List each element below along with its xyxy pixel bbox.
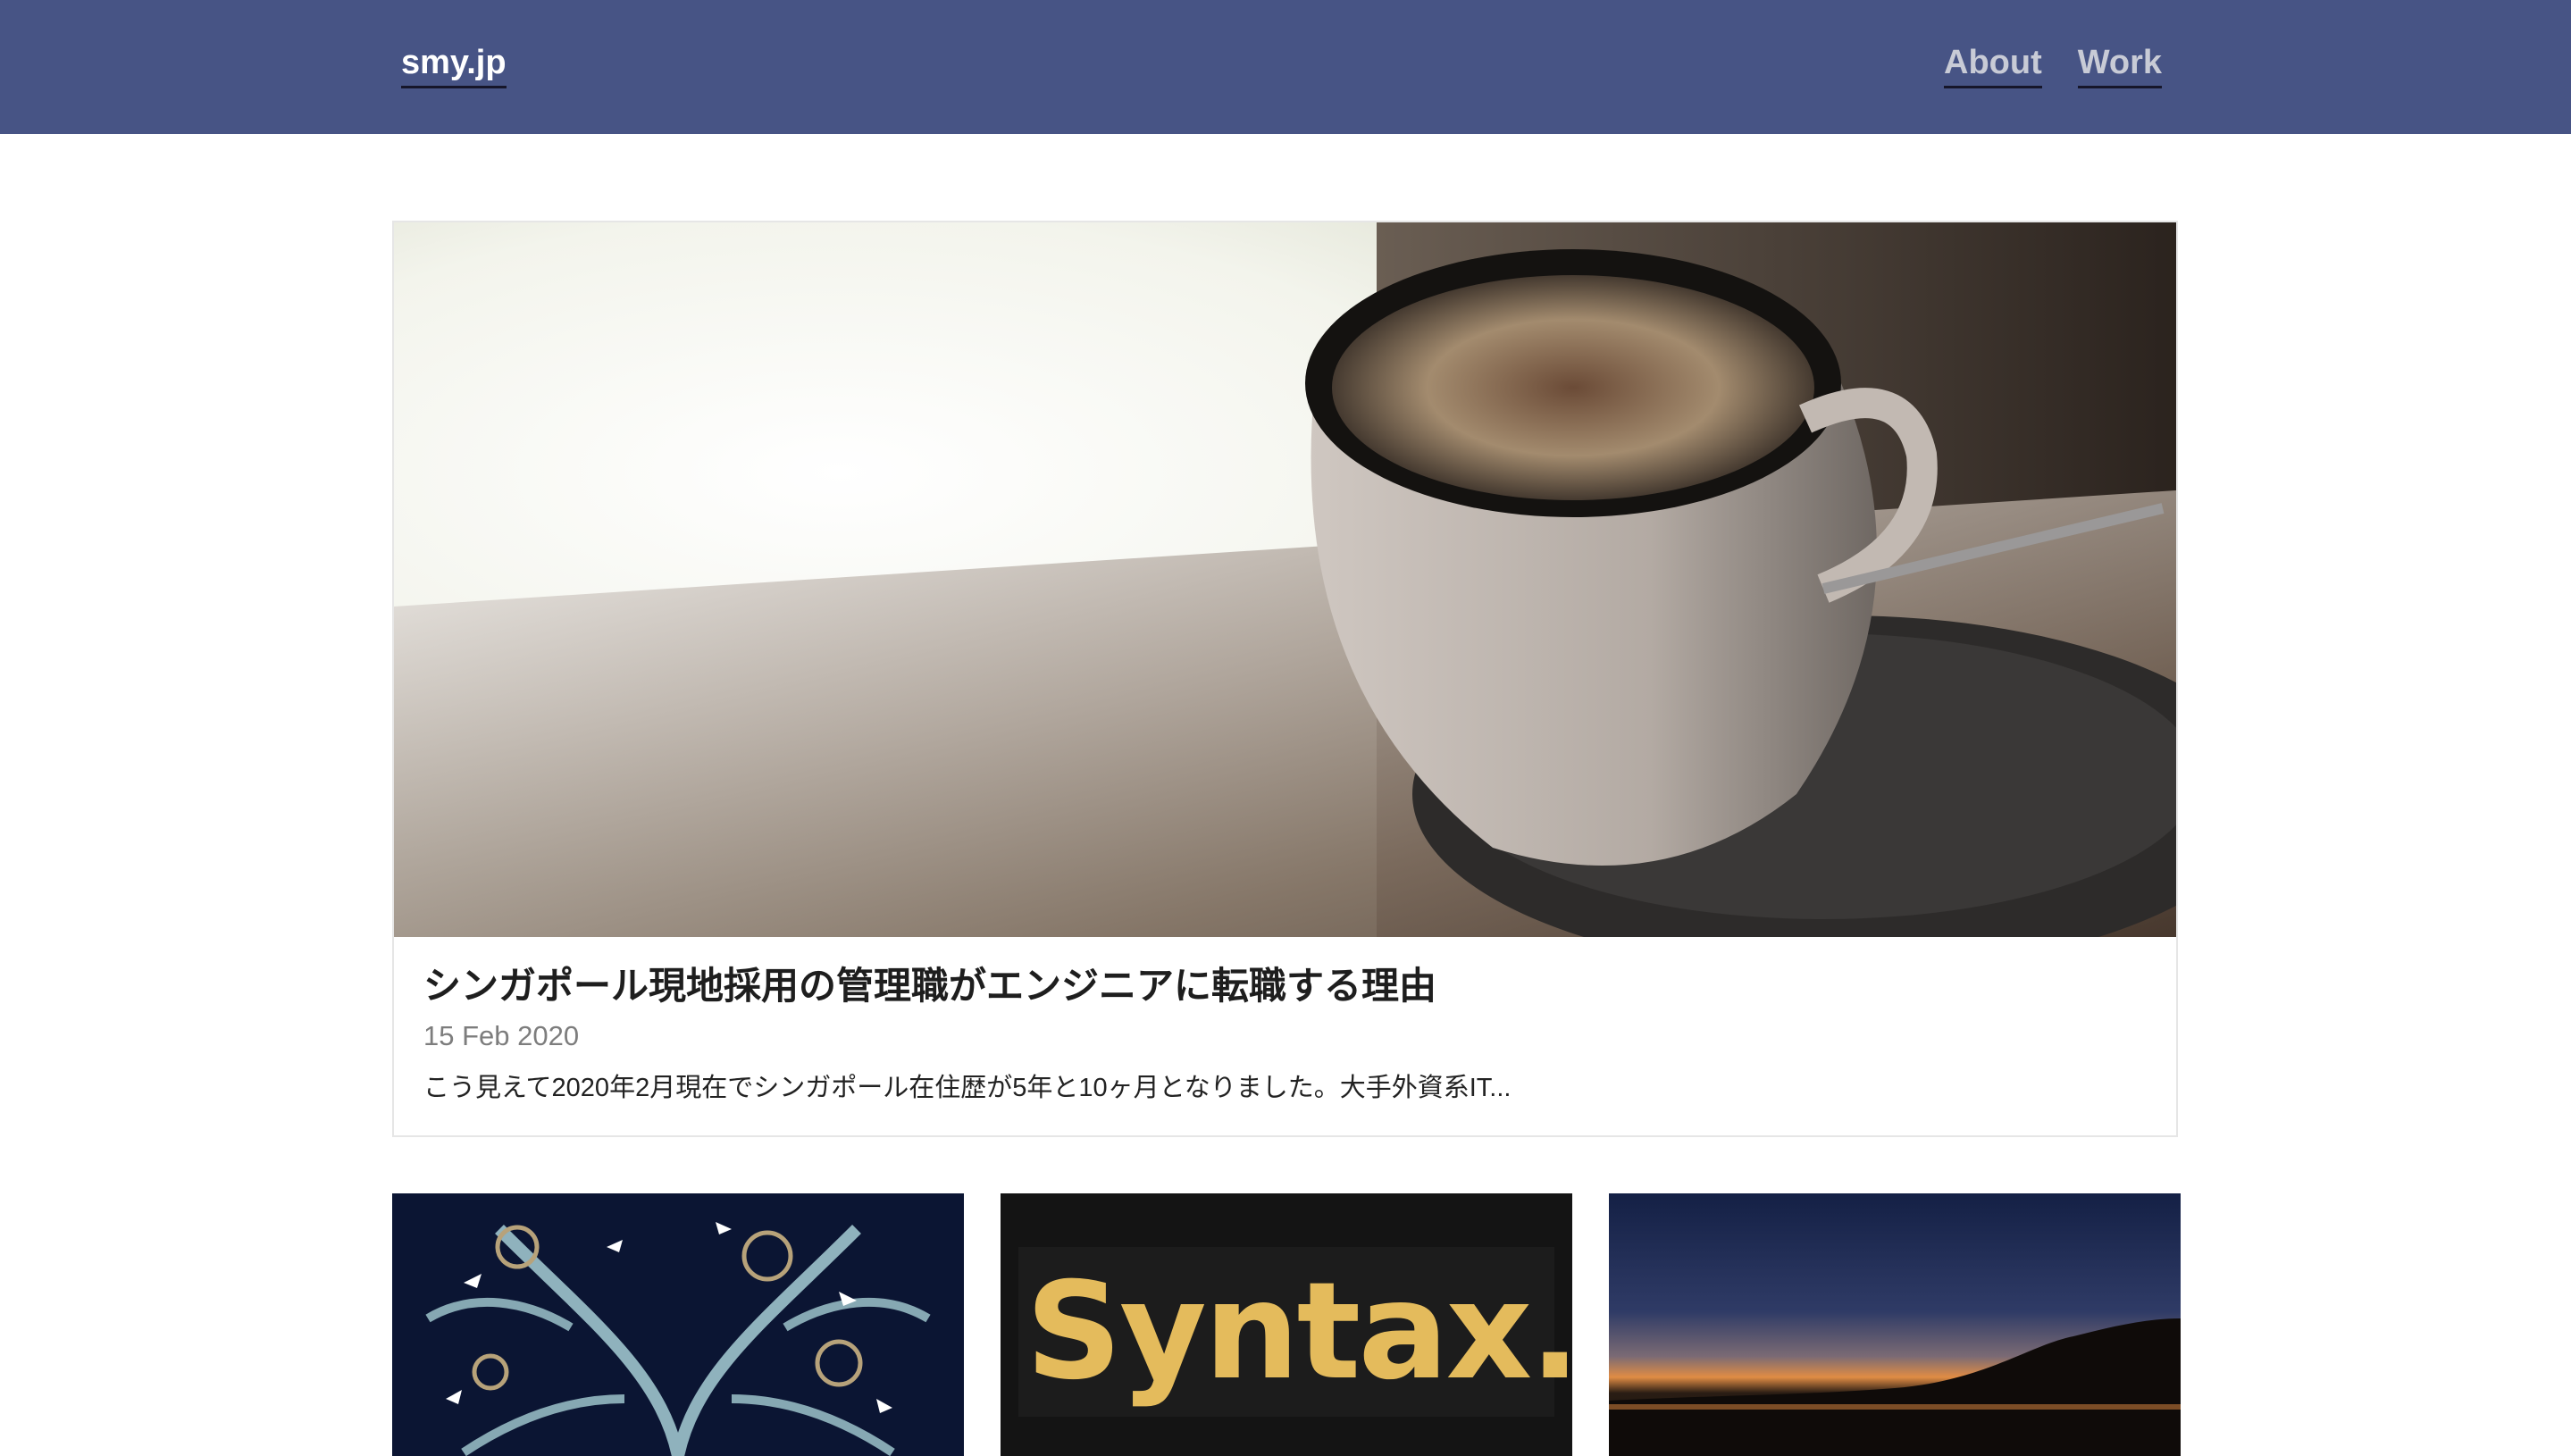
featured-post-card[interactable]: シンガポール現地採用の管理職がエンジニアに転職する理由 15 Feb 2020 … [392,221,2178,1137]
post-card-thumbnail[interactable] [392,1193,964,1456]
featured-post-date: 15 Feb 2020 [423,1020,580,1051]
post-card-thumbnail[interactable] [1609,1193,2181,1456]
nav-link-about[interactable]: About [1944,39,2042,88]
botanical-illustration-photo [392,1193,964,1456]
coffee-cup-photo [394,222,2176,937]
featured-post-excerpt: こう見えて2020年2月現在でシンガポール在住歴が5年と10ヶ月となりました。大… [423,1074,1512,1102]
sunset-lake-photo [1609,1193,2181,1456]
nav-link-work[interactable]: Work [2077,39,2163,88]
syntax-logo-text: Syntax. [1026,1254,1572,1410]
main-nav: About Work [1944,39,2163,88]
featured-post-title[interactable]: シンガポール現地採用の管理職がエンジニアに転職する理由 [423,960,1436,1012]
post-card-thumbnail[interactable]: Syntax. [1001,1193,1572,1456]
site-logo-link[interactable]: smy.jp [401,39,507,88]
site-header: smy.jp About Work [0,0,2571,134]
featured-post-image[interactable] [394,222,2176,937]
